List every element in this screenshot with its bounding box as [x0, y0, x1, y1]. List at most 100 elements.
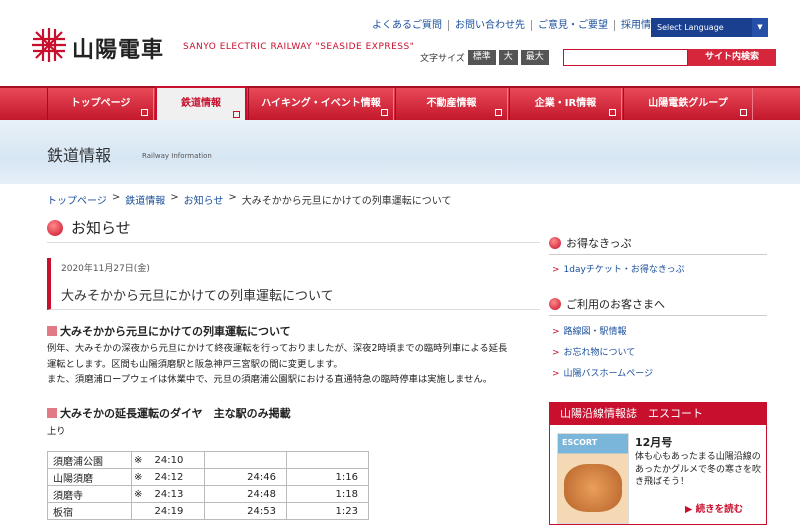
chevron-right-icon: > — [228, 192, 237, 203]
sidebar-heading-text: お得なきっぷ — [566, 237, 632, 250]
table-cell: ※ — [131, 451, 149, 469]
language-select-label: Select Language — [657, 23, 724, 32]
escort-magazine-box: 山陽沿線情報誌 エスコート ESCORT 12月号 体も心もあったまる山陽沿線の… — [549, 402, 767, 525]
table-cell: ※ — [131, 468, 149, 486]
sidebar-link-label: 1dayチケット・お得なきっぷ — [563, 265, 685, 275]
nav-item-railway[interactable]: 鉄道情報 — [155, 86, 247, 122]
read-more-link[interactable]: ▶ 続きを読む — [685, 501, 743, 515]
square-bullet-icon — [47, 408, 57, 418]
table-cell: 24:53 — [204, 502, 287, 520]
page-banner: 鉄道情報 Railway Information — [0, 120, 800, 184]
sidebar-heading-text: ご利用のお客さまへ — [566, 298, 665, 311]
bullet-circle-icon — [549, 298, 561, 310]
table-cell: 24:48 — [204, 485, 287, 503]
table-cell: 24:13 — [148, 485, 205, 503]
language-select[interactable]: Select Language ▼ — [651, 18, 768, 37]
chevron-down-icon: ▼ — [752, 18, 768, 37]
sidebar-link-route-map[interactable]: > 路線図・駅情報 — [552, 324, 627, 337]
table-cell — [131, 502, 149, 520]
table-cell: 1:23 — [286, 502, 369, 520]
breadcrumb-link-news[interactable]: お知らせ — [184, 192, 224, 207]
table-row: 山陽須磨 ※ 24:12 24:46 1:16 — [47, 468, 369, 486]
nav-item-hiking-events[interactable]: ハイキング・イベント情報 — [248, 88, 394, 120]
article-date: 2020年11月27日(金) — [61, 264, 150, 274]
logo-text[interactable]: 山陽電車 — [72, 32, 164, 64]
nav-item-group[interactable]: 山陽電鉄グループ — [623, 88, 753, 120]
nav-item-corporate-ir[interactable]: 企業・IR情報 — [509, 88, 622, 120]
paragraph-line: 例年、大みそかの深夜から元旦にかけて終夜運転を行っておりましたが、深夜2時頃まで… — [47, 343, 508, 354]
square-bullet-icon — [47, 326, 57, 336]
arrow-icon — [381, 109, 388, 116]
table-cell: 1:16 — [286, 468, 369, 486]
sidebar-link-sanyo-bus[interactable]: > 山陽バスホームページ — [552, 366, 653, 379]
section-heading-text: 大みそかの延長運転のダイヤ 主な駅のみ掲載 — [60, 407, 291, 420]
table-row: 須磨寺 ※ 24:13 24:48 1:18 — [47, 485, 369, 503]
table-row: 板宿 24:19 24:53 1:23 — [47, 502, 369, 520]
sidebar-heading-tickets: お得なきっぷ — [549, 235, 767, 251]
nav-item-label: ハイキング・イベント情報 — [261, 98, 381, 109]
article-title: 大みそかから元旦にかけての列車運転について — [61, 289, 334, 304]
bullet-circle-icon — [549, 237, 561, 249]
read-more-label: 続きを読む — [695, 504, 744, 515]
contact-link[interactable]: お問い合わせ先 — [449, 20, 532, 31]
divider — [549, 315, 767, 316]
notice-heading: お知らせ — [47, 214, 540, 243]
font-size-label: 文字サイズ — [420, 54, 465, 64]
breadcrumb-link-top[interactable]: トップページ — [47, 192, 107, 207]
nav-item-real-estate[interactable]: 不動産情報 — [395, 88, 508, 120]
breadcrumb: トップページ > 鉄道情報 > お知らせ > 大みそかから元旦にかけての列車運転… — [47, 192, 452, 207]
feedback-link[interactable]: ご意見・ご要望 — [532, 20, 615, 31]
chevron-right-icon: > — [111, 192, 121, 203]
site-search-button[interactable]: サイト内検索 — [688, 49, 776, 66]
sidebar-link-1day-ticket[interactable]: >1dayチケット・お得なきっぷ — [552, 262, 684, 275]
chevron-right-icon: > — [552, 327, 560, 337]
article-paragraph-1: 例年、大みそかの深夜から元旦にかけて終夜運転を行っておりましたが、深夜2時頃まで… — [47, 341, 540, 388]
chevron-right-icon: > — [170, 192, 179, 203]
escort-cover-title: ESCORT — [562, 438, 598, 447]
escort-bar-title: 山陽沿線情報誌 エスコート — [550, 403, 766, 425]
direction-label: 上り — [47, 426, 66, 437]
notice-heading-title: お知らせ — [71, 219, 131, 237]
arrow-icon — [495, 109, 502, 116]
arrow-icon — [740, 109, 747, 116]
font-size-large-button[interactable]: 大 — [498, 50, 518, 65]
sidebar-link-lost-items[interactable]: > お忘れ物について — [552, 345, 635, 358]
bullet-circle-icon — [47, 220, 63, 236]
faq-link[interactable]: よくあるご質問 — [366, 20, 449, 31]
breadcrumb-current: 大みそかから元旦にかけての列車運転について — [241, 196, 452, 207]
table-cell: 24:12 — [148, 468, 205, 486]
article-header: 2020年11月27日(金) 大みそかから元旦にかけての列車運転について — [47, 258, 540, 310]
table-row: 須磨浦公園 ※ 24:10 — [47, 451, 369, 469]
nav-item-label: 不動産情報 — [426, 98, 477, 109]
nav-item-label: 山陽電鉄グループ — [648, 98, 728, 109]
sidebar-link-label: 路線図・駅情報 — [563, 327, 627, 337]
escort-issue: 12月号 — [635, 436, 673, 449]
font-size-max-button[interactable]: 最大 — [520, 50, 549, 65]
paragraph-line: 運転とします。区間も山陽須磨駅と阪急神戸三宮駅の間に変更します。 — [47, 358, 343, 370]
page-title-en: Railway Information — [142, 152, 212, 160]
font-size-switcher: 文字サイズ 標準 大 最大 — [420, 50, 549, 65]
chevron-right-icon: > — [552, 348, 560, 358]
section-heading-1: 大みそかから元旦にかけての列車運転について — [47, 323, 291, 339]
table-cell: 24:46 — [204, 468, 287, 486]
section-heading-2: 大みそかの延長運転のダイヤ 主な駅のみ掲載 — [47, 405, 291, 421]
arrow-icon — [233, 111, 240, 118]
breadcrumb-link-railway[interactable]: 鉄道情報 — [125, 192, 165, 207]
sanyo-logo-icon[interactable] — [30, 26, 68, 64]
nav-item-label: 企業・IR情報 — [534, 98, 597, 109]
table-cell: 山陽須磨 — [47, 468, 132, 486]
arrow-icon — [141, 109, 148, 116]
font-size-standard-button[interactable]: 標準 — [467, 50, 496, 65]
escort-cover-image[interactable]: ESCORT — [557, 433, 629, 524]
utility-links: よくあるご質問 お問い合わせ先 ご意見・ご要望 採用情報 — [366, 20, 667, 31]
escort-description: 体も心もあったまる山陽沿線のあったかグルメで冬の寒さを吹き飛ばそう！ — [635, 452, 762, 487]
nav-item-top[interactable]: トップページ — [47, 88, 154, 120]
sidebar-heading-customers: ご利用のお客さまへ — [549, 296, 767, 312]
table-cell — [204, 451, 287, 469]
site-header: 山陽電車 SANYO ELECTRIC RAILWAY "SEASIDE EXP… — [0, 0, 800, 86]
table-cell: 須磨浦公園 — [47, 451, 132, 469]
search-input[interactable] — [563, 49, 688, 66]
global-nav: トップページ 鉄道情報 ハイキング・イベント情報 不動産情報 企業・IR情報 山… — [0, 86, 800, 122]
timetable: 須磨浦公園 ※ 24:10 山陽須磨 ※ 24:12 24:46 1:16 須磨寺 ※ 24:13 2… — [47, 451, 369, 520]
table-cell: 1:18 — [286, 485, 369, 503]
